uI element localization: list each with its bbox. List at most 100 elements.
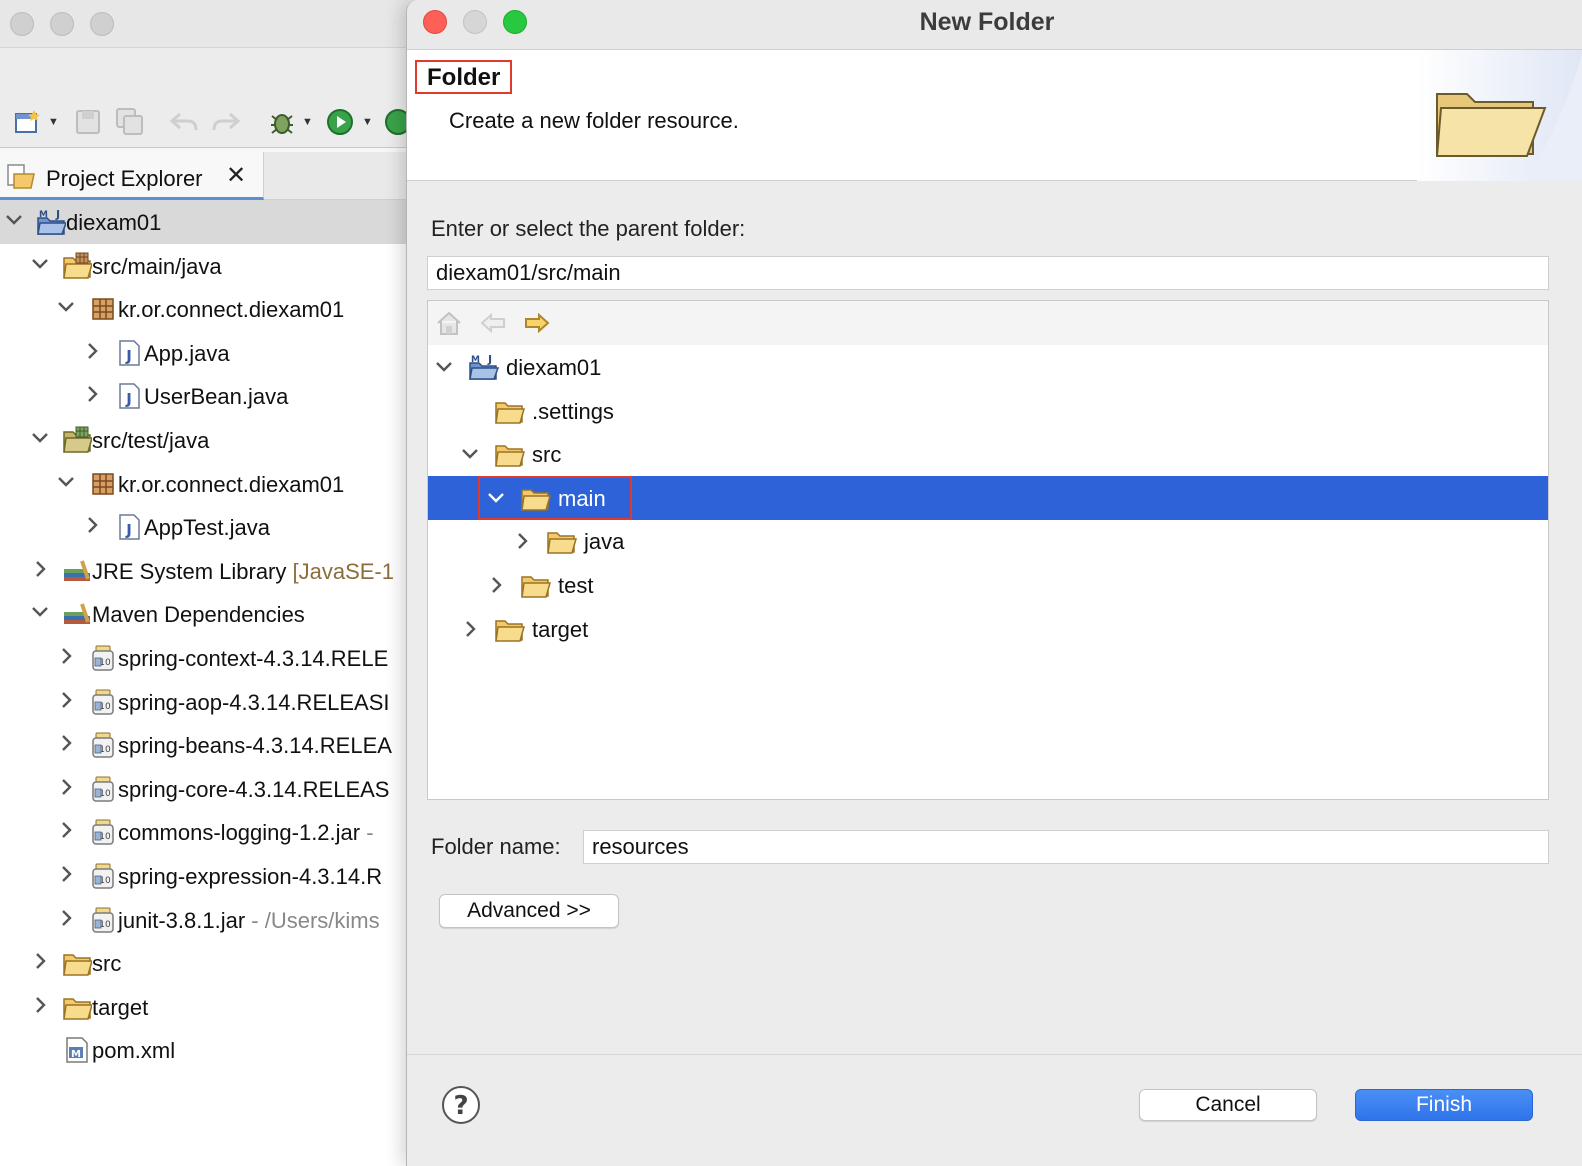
chevron-right-icon[interactable] (56, 733, 76, 753)
svg-text:J: J (55, 208, 60, 221)
explorer-item[interactable]: target (0, 985, 420, 1029)
run-icon[interactable] (326, 108, 354, 136)
explorer-item[interactable]: JRE System Library [JavaSE-1 (0, 549, 420, 593)
explorer-item[interactable]: kr.or.connect.diexam01 (0, 462, 420, 506)
explorer-item[interactable]: J AppTest.java (0, 505, 420, 549)
folder-banner-icon (1417, 50, 1582, 181)
tab-project-explorer[interactable]: Project Explorer ✕ (0, 152, 264, 200)
explorer-item[interactable]: Maven Dependencies (0, 592, 420, 636)
redo-icon (212, 112, 240, 131)
parent-folder-input[interactable] (427, 256, 1549, 290)
item-name: junit-3.8.1.jar (118, 907, 246, 933)
help-icon[interactable]: ? (441, 1085, 481, 1125)
folder-tree-item[interactable]: target (428, 607, 1548, 651)
save-icon (76, 110, 100, 134)
debug-icon[interactable] (268, 108, 296, 136)
debug-dropdown-icon[interactable]: ▼ (302, 116, 313, 128)
explorer-item[interactable]: J App.java (0, 331, 420, 375)
chevron-down-icon[interactable] (460, 444, 480, 464)
dialog-footer: ? Cancel Finish (407, 1054, 1582, 1166)
item-name: JRE System Library (92, 558, 287, 584)
chevron-right-icon[interactable] (56, 646, 76, 666)
folder-name-label: Folder name: (431, 834, 561, 859)
advanced-button[interactable]: Advanced >> (439, 894, 619, 928)
folder-icon (63, 954, 92, 976)
explorer-item[interactable]: src/test/java (0, 418, 420, 462)
chevron-right-icon[interactable] (460, 619, 480, 639)
explorer-item-label: spring-aop-4.3.14.RELEASI (118, 690, 390, 716)
java-file-icon: J (119, 340, 140, 366)
undo-icon (170, 112, 198, 131)
folder-tree-item[interactable]: .settings (428, 389, 1548, 433)
chevron-down-icon[interactable] (56, 472, 76, 492)
item-name: src/test/java (92, 428, 210, 453)
item-name: spring-beans-4.3.14.RELEA (118, 733, 392, 759)
close-icon[interactable]: ✕ (226, 164, 246, 188)
folder-tree-item[interactable]: java (428, 519, 1548, 563)
dialog-titlebar: New Folder (407, 0, 1582, 50)
folder-name-input[interactable] (583, 830, 1549, 864)
item-name: kr.or.connect.diexam01 (118, 297, 345, 323)
chevron-right-icon[interactable] (82, 515, 102, 535)
home-icon (437, 311, 461, 335)
chevron-right-icon[interactable] (512, 531, 532, 551)
folder-tree-item[interactable]: main (428, 475, 1548, 520)
minimize-window-button[interactable] (50, 12, 74, 36)
folder-tree-item[interactable]: src (428, 432, 1548, 476)
forward-icon[interactable] (522, 308, 552, 338)
parent-folder-label: Enter or select the parent folder: (431, 216, 746, 241)
explorer-item[interactable]: Mpom.xml (0, 1028, 420, 1072)
folder-icon (495, 445, 525, 467)
item-name: UserBean.java (144, 384, 289, 410)
chevron-down-icon[interactable] (434, 357, 454, 377)
item-name: kr.or.connect.diexam01 (118, 471, 345, 497)
item-name: diexam01 (66, 210, 162, 235)
item-name: Maven Dependencies (92, 602, 305, 628)
chevron-right-icon[interactable] (30, 995, 50, 1015)
package-icon (92, 298, 114, 320)
chevron-right-icon[interactable] (486, 575, 506, 595)
new-wizard-icon[interactable] (14, 108, 42, 136)
explorer-item[interactable]: 10 spring-context-4.3.14.RELE (0, 636, 420, 680)
chevron-down-icon[interactable] (30, 254, 50, 274)
chevron-right-icon[interactable] (82, 384, 102, 404)
folder-tree-item[interactable]: M Jdiexam01 (428, 345, 1548, 389)
explorer-item[interactable]: 10 spring-core-4.3.14.RELEAS (0, 767, 420, 811)
chevron-down-icon[interactable] (56, 297, 76, 317)
item-decoration: - (360, 820, 374, 846)
chevron-right-icon[interactable] (82, 341, 102, 361)
chevron-right-icon[interactable] (56, 690, 76, 710)
item-name: src/main/java (92, 253, 222, 279)
explorer-item[interactable]: 10 spring-expression-4.3.14.R (0, 854, 420, 898)
explorer-item[interactable]: J UserBean.java (0, 374, 420, 418)
save-all-icon (116, 108, 143, 135)
explorer-item-label: AppTest.java (144, 515, 270, 541)
explorer-item[interactable]: 10 junit-3.8.1.jar - /Users/kims (0, 898, 420, 942)
run-dropdown-icon[interactable]: ▼ (362, 116, 373, 128)
explorer-item[interactable]: src/main/java (0, 244, 420, 288)
chevron-down-icon[interactable] (4, 210, 24, 230)
dialog-header: Folder Create a new folder resource. (407, 50, 1582, 181)
cancel-button[interactable]: Cancel (1139, 1089, 1317, 1121)
explorer-item[interactable]: M Jdiexam01 (0, 200, 420, 244)
chevron-down-icon[interactable] (30, 428, 50, 448)
explorer-item[interactable]: kr.or.connect.diexam01 (0, 287, 420, 331)
finish-button[interactable]: Finish (1355, 1089, 1533, 1121)
svg-text:J: J (487, 353, 492, 366)
zoom-window-button[interactable] (90, 12, 114, 36)
folder-tree-item[interactable]: test (428, 563, 1548, 607)
explorer-item[interactable]: 10 spring-beans-4.3.14.RELEA (0, 723, 420, 767)
chevron-right-icon[interactable] (30, 951, 50, 971)
chevron-down-icon[interactable] (30, 602, 50, 622)
new-dropdown-icon[interactable]: ▼ (48, 116, 59, 128)
svg-text:J: J (125, 521, 132, 539)
chevron-right-icon[interactable] (56, 820, 76, 840)
chevron-right-icon[interactable] (56, 864, 76, 884)
explorer-item[interactable]: 10 spring-aop-4.3.14.RELEASI (0, 680, 420, 724)
explorer-item[interactable]: src (0, 941, 420, 985)
chevron-right-icon[interactable] (30, 559, 50, 579)
chevron-right-icon[interactable] (56, 908, 76, 928)
chevron-right-icon[interactable] (56, 777, 76, 797)
close-window-button[interactable] (10, 12, 34, 36)
explorer-item[interactable]: 10 commons-logging-1.2.jar - (0, 810, 420, 854)
